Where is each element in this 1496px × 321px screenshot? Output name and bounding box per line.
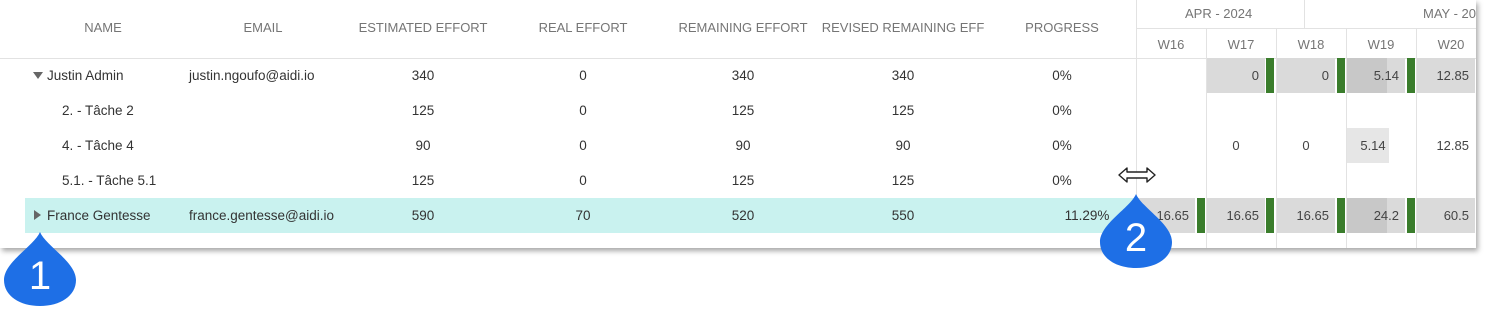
col-header-remaining-effort[interactable]: REMAINING EFFORT [673, 20, 813, 35]
gantt-milestone-bar [1337, 58, 1345, 93]
col-header-progress[interactable]: PROGRESS [1016, 20, 1108, 35]
row-real: 0 [579, 173, 587, 188]
row-revised: 340 [891, 68, 915, 83]
col-header-revised-remaining-effort[interactable]: REVISED REMAINING EFF [818, 20, 988, 35]
col-header-estimated-effort[interactable]: ESTIMATED EFFORT [352, 20, 494, 35]
gantt-value: 16.65 [1296, 208, 1329, 223]
row-progress: 0% [1052, 68, 1072, 83]
row-name: 5.1. - Tâche 5.1 [62, 173, 157, 188]
gantt-value: 12.85 [1436, 138, 1469, 153]
row-progress: 0% [1052, 138, 1072, 153]
col-header-real-effort[interactable]: REAL EFFORT [520, 20, 646, 35]
row-progress: 0% [1052, 173, 1072, 188]
grid-header: NAME EMAIL ESTIMATED EFFORT REAL EFFORT … [0, 0, 1136, 59]
gantt-value: 12.85 [1436, 68, 1469, 83]
gantt-milestone-bar [1266, 198, 1274, 233]
table-row[interactable]: 4. - Tâche 4 90 0 90 90 0% [0, 128, 1136, 163]
gantt-milestone-bar [1407, 198, 1415, 233]
gantt-value: 16.65 [1226, 208, 1259, 223]
month-divider [1304, 0, 1305, 28]
row-real: 70 [575, 208, 591, 223]
row-email: justin.ngoufo@aidi.io [189, 68, 315, 83]
gantt-week-w19: W19 [1367, 37, 1395, 52]
table-row[interactable]: 2. - Tâche 2 125 0 125 125 0% [0, 93, 1136, 128]
row-remaining: 520 [731, 208, 755, 223]
row-real: 0 [579, 138, 587, 153]
gantt-milestone-bar [1197, 198, 1205, 233]
gantt-milestone-bar [1337, 198, 1345, 233]
col-header-email[interactable]: EMAIL [230, 20, 296, 35]
row-revised: 125 [891, 173, 915, 188]
row-estimated: 340 [411, 68, 435, 83]
gantt-value: 0 [1232, 138, 1240, 153]
row-remaining: 90 [735, 138, 751, 153]
gantt-value: 0 [1302, 138, 1310, 153]
row-remaining: 125 [731, 103, 755, 118]
gantt-value: 60.5 [1443, 208, 1469, 223]
callout-number: 1 [28, 254, 52, 298]
row-email: france.gentesse@aidi.io [189, 208, 335, 223]
row-real: 0 [579, 103, 587, 118]
row-estimated: 125 [411, 103, 435, 118]
gantt-week-w17: W17 [1227, 37, 1255, 52]
callout-number: 2 [1124, 216, 1148, 260]
col-header-name[interactable]: NAME [70, 20, 136, 35]
row-revised: 550 [891, 208, 915, 223]
callout-marker-2: 2 [1098, 192, 1174, 270]
row-estimated: 90 [415, 138, 431, 153]
table-row[interactable]: 5.1. - Tâche 5.1 125 0 125 125 0% [0, 163, 1136, 198]
collapse-caret-icon[interactable] [33, 72, 43, 79]
table-row-selected[interactable]: France Gentesse france.gentesse@aidi.io … [25, 198, 1136, 233]
gantt-value: 0 [1321, 68, 1329, 83]
row-name: France Gentesse [47, 208, 151, 223]
gantt-month-may: MAY - 20 [1423, 6, 1476, 21]
row-real: 0 [579, 68, 587, 83]
row-revised: 125 [891, 103, 915, 118]
row-estimated: 125 [411, 173, 435, 188]
gantt-value: 5.14 [1373, 68, 1399, 83]
effort-grid-panel: NAME EMAIL ESTIMATED EFFORT REAL EFFORT … [0, 0, 1476, 248]
row-remaining: 340 [731, 68, 755, 83]
row-progress: 0% [1052, 103, 1072, 118]
row-name: 4. - Tâche 4 [62, 138, 134, 153]
gantt-value: 0 [1251, 68, 1259, 83]
gantt-week-w18: W18 [1297, 37, 1325, 52]
gantt-value: 5.14 [1360, 138, 1386, 153]
gantt-week-w16: W16 [1157, 37, 1185, 52]
gantt-value: 24.2 [1373, 208, 1399, 223]
row-revised: 90 [895, 138, 911, 153]
row-estimated: 590 [411, 208, 435, 223]
gantt-header: APR - 2024 MAY - 20 W16 W17 W18 W19 W20 [1136, 0, 1476, 59]
row-remaining: 125 [731, 173, 755, 188]
row-name: 2. - Tâche 2 [62, 103, 134, 118]
resize-cursor-icon[interactable] [1118, 166, 1156, 184]
gantt-week-w20: W20 [1437, 37, 1465, 52]
table-row[interactable]: Justin Admin justin.ngoufo@aidi.io 340 0… [0, 58, 1136, 93]
gantt-milestone-bar [1266, 58, 1274, 93]
gantt-milestone-bar [1407, 58, 1415, 93]
row-name: Justin Admin [47, 68, 124, 83]
callout-marker-1: 1 [2, 230, 78, 308]
expand-caret-icon[interactable] [34, 210, 41, 220]
gantt-month-apr: APR - 2024 [1185, 6, 1253, 21]
